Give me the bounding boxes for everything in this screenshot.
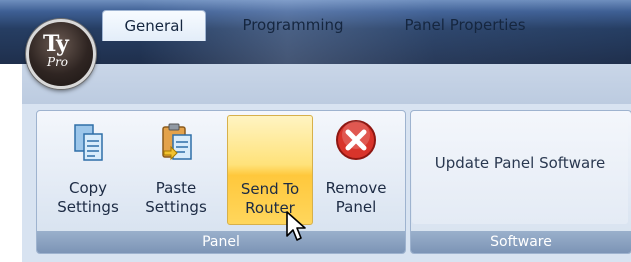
paste-settings-button[interactable]: Paste Settings bbox=[136, 115, 216, 227]
tab-panel-properties[interactable]: Panel Properties bbox=[380, 10, 550, 40]
panel-group-label: Panel bbox=[37, 231, 405, 253]
send-to-router-button[interactable]: Send To Router bbox=[227, 115, 313, 225]
logo-text: Ty bbox=[43, 31, 69, 57]
update-panel-software-button[interactable]: Update Panel Software bbox=[412, 116, 628, 224]
tab-general[interactable]: General bbox=[102, 10, 206, 41]
copy-settings-label: Copy Settings bbox=[57, 179, 119, 216]
copy-settings-icon bbox=[74, 124, 103, 161]
paste-settings-icon bbox=[162, 123, 192, 161]
copy-settings-button[interactable]: Copy Settings bbox=[48, 115, 128, 227]
typro-logo[interactable]: Ty Pro bbox=[26, 19, 96, 89]
remove-panel-button[interactable]: Remove Panel bbox=[316, 115, 396, 227]
tab-programming[interactable]: Programming bbox=[218, 10, 368, 40]
mouse-cursor-icon bbox=[286, 211, 306, 241]
app-window: General Programming Panel Properties Pan… bbox=[0, 0, 631, 262]
remove-icon bbox=[336, 120, 376, 160]
software-group-label: Software bbox=[411, 231, 631, 253]
paste-settings-label: Paste Settings bbox=[145, 179, 207, 216]
logo-subtext: Pro bbox=[47, 55, 69, 69]
remove-panel-label: Remove Panel bbox=[325, 179, 387, 216]
update-panel-software-label: Update Panel Software bbox=[434, 154, 606, 172]
tab-strip bbox=[22, 64, 631, 104]
